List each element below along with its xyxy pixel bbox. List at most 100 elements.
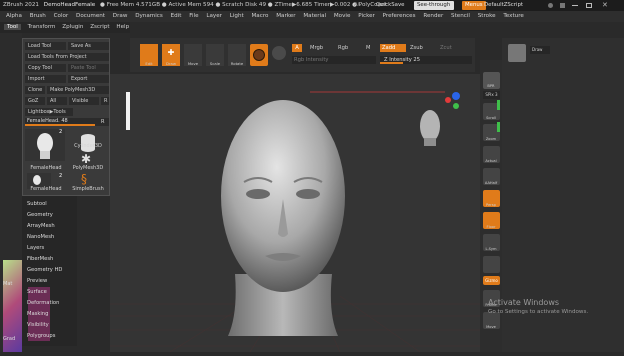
menu-picker[interactable]: Picker [358,13,375,19]
clone-button[interactable]: Clone [25,86,45,94]
menu-stencil[interactable]: Stencil [451,13,470,19]
menu-movie[interactable]: Movie [334,13,351,19]
save-as-button[interactable]: Save As [68,42,109,50]
menu-stroke[interactable]: Stroke [478,13,496,19]
import-button[interactable]: Import [25,75,66,83]
lsym-label: L.Sym [485,247,497,251]
menu-brush[interactable]: Brush [30,13,46,19]
zadd-button[interactable]: Zadd [380,44,406,52]
spix-slider[interactable]: SPix 3 [483,91,500,99]
menu-arraymesh[interactable]: ArrayMesh [27,223,55,229]
m-button[interactable]: M [366,44,370,52]
bpr-label: BPR [487,84,495,88]
polymesh3d-icon[interactable]: ✱ [81,153,91,165]
menu-texture[interactable]: Texture [503,13,523,19]
menu-preferences[interactable]: Preferences [383,13,416,19]
move-button[interactable]: Move [184,44,202,66]
menu-dynamics[interactable]: Dynamics [135,13,163,19]
title-bar: ZBrush 2021 DemoHeadFemale ● Free Mem 4.… [0,0,624,11]
menu-nanomesh[interactable]: NanoMesh [27,234,54,240]
menu-edit[interactable]: Edit [171,13,182,19]
menu-render[interactable]: Render [423,13,443,19]
layout-icon[interactable] [560,3,565,8]
menu-color[interactable]: Color [54,13,69,19]
draw-button[interactable]: ✚ Draw [162,44,180,66]
gizmo-button[interactable]: Gizmo [483,276,500,285]
menu-document[interactable]: Document [76,13,105,19]
menu-geometry[interactable]: Geometry [27,212,53,218]
focal-shift-icon[interactable] [508,44,526,62]
see-through-slider[interactable]: See-through 0 [414,1,454,17]
z-intensity-label: Z Intensity 25 [384,57,421,63]
activate-windows-subtitle: Go to Settings to activate Windows. [488,309,589,315]
all-button[interactable]: All [47,97,67,105]
lightbox-tools-button[interactable]: Lightbox▶Tools [25,108,73,116]
menu-layers[interactable]: Layers [27,245,44,251]
menu-material[interactable]: Material [303,13,326,19]
menu-subtool[interactable]: Subtool [27,201,47,207]
tool-slider-r[interactable]: R [101,118,104,126]
load-tool-button[interactable]: Load Tool [25,42,66,50]
menu-surface[interactable]: Surface [27,289,47,295]
menu-deformation[interactable]: Deformation [27,300,59,306]
thumb-label: Cylinder3D [74,143,102,149]
rgb-intensity-slider[interactable]: Rgb Intensity [292,56,376,64]
canvas-viewport[interactable] [110,74,480,353]
scroll-label: Scroll [486,116,496,120]
menu-polygroups[interactable]: Polygroups [27,333,55,339]
menu-visibility[interactable]: Visibility [27,322,49,328]
menu-preview[interactable]: Preview [27,278,47,284]
visible-button[interactable]: Visible [69,97,99,105]
close-icon[interactable]: ✕ [602,1,608,10]
menu-masking[interactable]: Masking [27,311,48,317]
tab-transform[interactable]: Transform [28,24,56,30]
minimize-icon[interactable] [572,5,578,6]
quicksave-button[interactable]: QuickSave [376,0,404,11]
edit-button[interactable]: Edit [140,44,158,66]
tab-zplugin[interactable]: Zplugin [62,24,83,30]
make-polymesh3d-button[interactable]: Make PolyMesh3D [47,86,109,94]
menu-alpha[interactable]: Alpha [6,13,22,19]
menu-layer[interactable]: Layer [206,13,222,19]
menu-macro[interactable]: Macro [251,13,268,19]
mrgb-button[interactable]: Mrgb [310,44,323,52]
draw-size-slider[interactable]: Draw [530,46,550,54]
scale-button[interactable]: Scale [206,44,224,66]
menus-button[interactable]: Menus [462,1,486,10]
activate-windows-title: Activate Windows [488,298,560,307]
menu-file[interactable]: File [189,13,198,19]
menu-fibermesh[interactable]: FiberMesh [27,256,53,262]
menu-geometry-hd[interactable]: Geometry HD [27,267,62,273]
edit-label: Edit [145,61,153,66]
tool-slider-label: FemaleHead. 48 [27,118,68,124]
material-icon[interactable] [250,44,268,66]
export-button[interactable]: Export [68,75,109,83]
maximize-icon[interactable] [586,3,592,8]
thumb-count: 2 [59,173,63,179]
zcut-button[interactable]: Zcut [440,44,452,52]
app-title: ZBrush 2021 [3,2,39,8]
zsub-button[interactable]: Zsub [410,44,423,52]
tab-tool[interactable]: Tool [4,24,21,30]
aahalf-label: AAHalf [484,181,498,185]
goz-button[interactable]: GoZ [25,97,45,105]
paste-tool-button[interactable]: Paste Tool [68,64,109,72]
lock-button[interactable] [483,256,500,273]
simplebrush-icon[interactable]: § [81,173,87,185]
a-toggle[interactable]: A [292,44,302,52]
menu-marker[interactable]: Marker [276,13,295,19]
menu-bar: Alpha Brush Color Document Draw Dynamics… [0,11,624,22]
rotate-button[interactable]: Rotate [228,44,246,66]
color-swatch-icon[interactable] [272,46,286,60]
rgb-button[interactable]: Rgb [338,44,348,52]
menu-light[interactable]: Light [230,13,244,19]
r-button[interactable]: R [101,97,109,105]
tab-zscript[interactable]: Zscript [90,24,109,30]
default-zscript-button[interactable]: DefaultZScript [484,0,523,11]
tab-help[interactable]: Help [116,24,129,30]
material-sphere-icon [253,49,265,61]
help-icon[interactable] [548,3,553,8]
load-tools-from-project-button[interactable]: Load Tools From Project [25,53,109,61]
copy-tool-button[interactable]: Copy Tool [25,64,66,72]
menu-draw[interactable]: Draw [113,13,128,19]
